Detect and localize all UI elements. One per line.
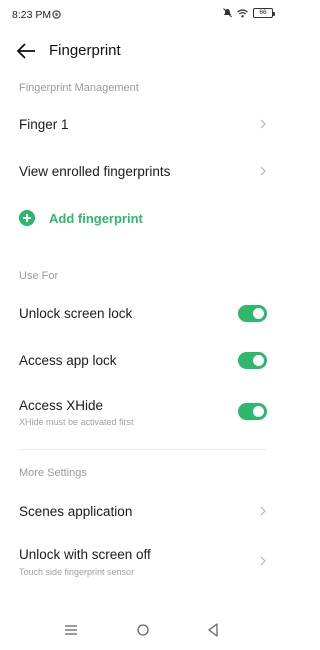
chevron-right-icon (260, 506, 266, 516)
add-fingerprint-label: Add fingerprint (49, 211, 143, 226)
page-title: Fingerprint (49, 42, 121, 59)
chevron-right-icon (260, 166, 266, 176)
view-enrolled-label: View enrolled fingerprints (19, 164, 171, 179)
unlock-screen-lock-toggle[interactable] (238, 305, 267, 322)
unlock-screen-lock-row[interactable]: Unlock screen lock (0, 298, 285, 330)
toggle-knob (253, 308, 264, 319)
back-triangle-icon[interactable] (203, 620, 223, 640)
back-arrow-icon[interactable] (14, 40, 38, 62)
status-icons: 66 (223, 8, 275, 18)
section-title-use-for: Use For (19, 270, 59, 282)
toggle-knob (253, 406, 264, 417)
toggle-knob (253, 355, 264, 366)
home-icon[interactable] (133, 620, 153, 640)
menu-icon[interactable] (61, 620, 81, 640)
access-xhide-label: Access XHide (19, 398, 104, 413)
section-title-management: Fingerprint Management (19, 82, 139, 94)
access-xhide-row[interactable]: Access XHide XHide must be activated fir… (0, 392, 285, 432)
battery-icon: 66 (253, 8, 275, 18)
scenes-application-row[interactable]: Scenes application (0, 495, 285, 527)
section-divider (19, 449, 267, 450)
chevron-right-icon (260, 119, 266, 129)
access-app-lock-toggle[interactable] (238, 352, 267, 369)
access-app-lock-row[interactable]: Access app lock (0, 345, 285, 377)
finger-1-label: Finger 1 (19, 117, 69, 132)
chevron-right-icon (260, 556, 266, 566)
add-fingerprint-button[interactable]: Add fingerprint (0, 205, 285, 233)
unlock-screen-lock-label: Unlock screen lock (19, 306, 133, 321)
scenes-application-label: Scenes application (19, 504, 133, 519)
access-app-lock-label: Access app lock (19, 353, 117, 368)
unlock-screen-off-sublabel: Touch side fingerprint sensor (19, 567, 135, 577)
mute-icon (223, 8, 232, 18)
notification-app-icon (52, 10, 61, 19)
access-xhide-toggle[interactable] (238, 403, 267, 420)
system-nav-bar (0, 610, 285, 650)
add-circle-icon (19, 210, 35, 226)
section-title-more-settings: More Settings (19, 467, 87, 479)
wifi-icon (237, 8, 248, 17)
access-xhide-sublabel: XHide must be activated first (19, 417, 134, 427)
status-time: 8:23 PM (12, 9, 52, 21)
view-enrolled-row[interactable]: View enrolled fingerprints (0, 155, 285, 187)
status-bar: 8:23 PM 66 (0, 0, 285, 28)
finger-1-row[interactable]: Finger 1 (0, 108, 285, 140)
unlock-screen-off-label: Unlock with screen off (19, 547, 151, 562)
app-header: Fingerprint (0, 36, 285, 66)
unlock-screen-off-row[interactable]: Unlock with screen off Touch side finger… (0, 540, 285, 582)
